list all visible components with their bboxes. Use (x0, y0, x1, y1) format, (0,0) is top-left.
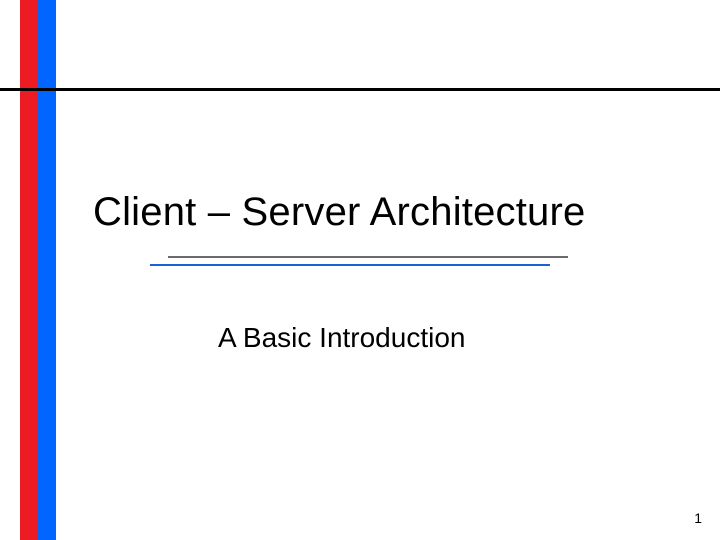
mid-rule-top (168, 256, 568, 258)
slide-title: Client – Server Architecture (93, 190, 693, 235)
stripe-red (20, 0, 38, 540)
stripe-blue (38, 0, 56, 540)
page-number: 1 (694, 510, 702, 526)
slide-subtitle: A Basic Introduction (218, 322, 465, 354)
top-rule (0, 88, 720, 91)
mid-rule-bottom (150, 264, 550, 266)
slide: Client – Server Architecture A Basic Int… (0, 0, 720, 540)
